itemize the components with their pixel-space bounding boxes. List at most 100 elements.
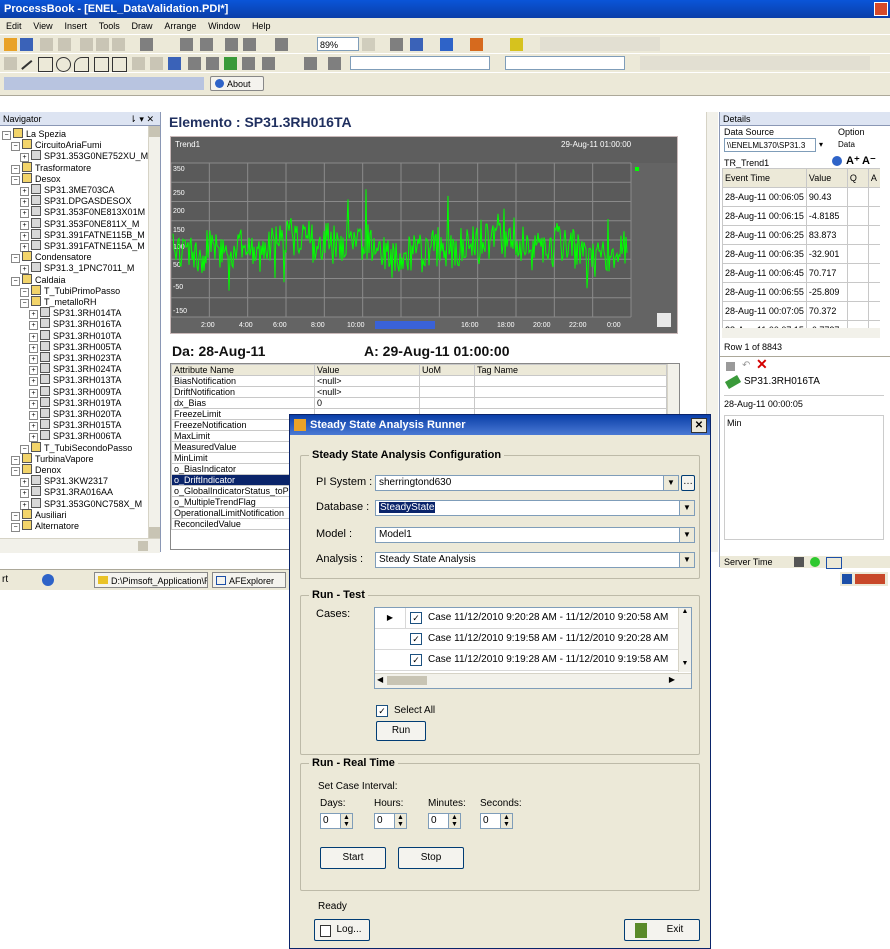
tree-item[interactable]: − T_TubiPrimoPasso <box>20 284 120 297</box>
size-combo[interactable] <box>505 56 625 70</box>
print-icon[interactable] <box>40 38 53 51</box>
multistate-icon[interactable] <box>206 57 219 70</box>
table-row[interactable]: 28-Aug-11 00:06:05 90.43 <box>722 187 880 207</box>
cases-scrollbar[interactable]: ▲ ▼ <box>678 608 691 672</box>
tree-item[interactable]: + SP31.3RH013TA <box>29 374 121 387</box>
seconds-spinner[interactable]: 0 ▲ ▼ <box>480 813 513 829</box>
arc-tool-icon[interactable] <box>74 57 89 72</box>
clock-icon[interactable] <box>794 557 804 567</box>
layout-icon[interactable] <box>328 57 341 70</box>
collapse-icon[interactable]: − <box>11 254 20 264</box>
tree-item[interactable]: + SP31.3_1PNC7011_M <box>20 262 134 275</box>
table-row[interactable]: 28-Aug-11 00:06:55 -25.809 <box>722 282 880 302</box>
trend-tool-icon[interactable] <box>657 313 671 327</box>
rectangle-tool-icon[interactable] <box>38 57 53 72</box>
window-icon[interactable] <box>826 557 842 569</box>
copy-icon[interactable] <box>96 38 109 51</box>
data-source-combo[interactable]: \\ENELML370\SP31.3 <box>724 138 816 152</box>
menu-edit[interactable]: Edit <box>6 21 22 31</box>
value-tool-icon[interactable] <box>94 57 109 72</box>
tree-item[interactable]: + SP31.3RH016TA <box>29 318 121 331</box>
tree-item[interactable]: − T_metalloRH <box>20 296 97 308</box>
navigator-hscrollbar[interactable] <box>0 538 160 553</box>
delete-icon[interactable]: ✕ <box>756 356 768 373</box>
data-source-dropdown-icon[interactable]: ▾ <box>819 138 829 152</box>
tree-item[interactable]: + SP31.DPGASDESOX <box>20 195 132 208</box>
start-button[interactable]: Start <box>320 847 386 869</box>
table-row[interactable]: 28-Aug-11 00:07:05 70.372 <box>722 301 880 321</box>
start-button[interactable]: rt <box>2 574 8 585</box>
scroll-right-icon[interactable] <box>138 541 148 551</box>
forward-icon[interactable] <box>243 38 256 51</box>
trend-nav-controls[interactable] <box>375 321 435 329</box>
refresh-icon[interactable] <box>832 156 842 166</box>
cases-hscrollbar[interactable]: ◀ ▶ <box>375 673 691 688</box>
col-tag-name[interactable]: Tag Name <box>474 364 667 376</box>
chevron-down-icon[interactable]: ▼ <box>663 476 678 490</box>
menu-draw[interactable]: Draw <box>132 21 153 31</box>
preview-icon[interactable] <box>58 38 71 51</box>
line-tool-icon[interactable] <box>20 59 33 70</box>
case-row[interactable]: ✓ Case 11/12/2010 9:19:58 AM - 11/12/2010… <box>375 629 678 650</box>
taskbar-item-afexplorer[interactable]: AFExplorer <box>212 572 286 588</box>
tree-item[interactable]: + SP31.3RH009TA <box>29 385 121 398</box>
model-combo[interactable]: Model1 ▼ <box>375 527 695 543</box>
navigator-pin-icon[interactable]: ⇂ ▾ ✕ <box>129 112 154 126</box>
scroll-right-icon[interactable]: ▶ <box>669 675 675 684</box>
ellipse-tool-icon[interactable] <box>56 57 71 72</box>
navigator-scrollbar[interactable] <box>148 126 160 538</box>
tree-item[interactable]: + SP31.353G0NC758X_M <box>20 497 142 510</box>
tree-item[interactable]: + SP31.353F0NE813X01M <box>20 206 145 219</box>
tree-item[interactable]: − Condensatore <box>11 251 92 264</box>
back-icon[interactable] <box>225 38 238 51</box>
cut-icon[interactable] <box>80 38 93 51</box>
analysis-combo[interactable]: Steady State Analysis ▼ <box>375 552 695 568</box>
case-checkbox[interactable]: ✓ <box>410 633 422 645</box>
scroll-down-icon[interactable] <box>149 527 160 538</box>
paste-icon[interactable] <box>112 38 125 51</box>
stop-button[interactable]: Stop <box>398 847 464 869</box>
chart-icon[interactable] <box>510 38 523 51</box>
grid-icon[interactable] <box>275 38 288 51</box>
tree-item[interactable]: + SP31.3ME703CA <box>20 184 115 196</box>
option-value[interactable]: Data <box>838 140 855 149</box>
font-combo[interactable] <box>350 56 490 70</box>
collapse-icon[interactable]: − <box>11 175 20 185</box>
build-icon[interactable] <box>440 38 453 51</box>
find-icon[interactable] <box>180 38 193 51</box>
symbol-icon[interactable] <box>188 57 201 70</box>
trend-chart[interactable]: Trend1 29-Aug-11 01:00:00 350 250 200 150 100 5… <box>170 136 678 334</box>
col-q[interactable]: Q <box>846 168 869 188</box>
tree-item[interactable]: − Denox <box>11 464 61 476</box>
collapse-icon[interactable]: − <box>11 276 20 286</box>
annotation-box[interactable]: Min <box>724 415 884 540</box>
font-increase-icon[interactable]: A⁺ <box>846 154 860 167</box>
tree-item[interactable]: − Trasformatore <box>11 161 91 174</box>
chart-tool-icon[interactable] <box>168 57 181 70</box>
case-checkbox[interactable]: ✓ <box>410 612 422 624</box>
xy-plot-icon[interactable] <box>150 57 163 70</box>
tree-item[interactable]: − La Spezia <box>2 128 66 140</box>
tree-item[interactable]: + SP31.3RH005TA <box>29 340 121 353</box>
spinner-arrows-icon[interactable]: ▲ ▼ <box>500 814 512 828</box>
about-button[interactable]: About <box>210 76 264 91</box>
run-button[interactable]: Run <box>376 721 426 741</box>
case-row[interactable]: ✓ Case 11/12/2010 9:19:28 AM - 11/12/2010… <box>375 650 678 671</box>
tree-item[interactable]: + SP31.3RH006TA <box>29 430 121 443</box>
undo-small-icon[interactable]: ↶ <box>742 360 750 371</box>
col-uom[interactable]: UoM <box>419 364 475 376</box>
tree-item[interactable]: + SP31.353F0NE811X_M <box>20 217 139 230</box>
collapse-icon[interactable]: − <box>20 299 29 308</box>
help-icon[interactable] <box>410 38 423 51</box>
library-icon[interactable] <box>224 57 237 70</box>
tree-item[interactable]: + SP31.3RH015TA <box>29 419 121 432</box>
table-row[interactable]: BiasNotification <null> <box>171 375 667 387</box>
button-tool-icon[interactable] <box>242 57 255 70</box>
tree-item[interactable]: + SP31.3RH019TA <box>29 396 121 409</box>
log-button[interactable]: Log... <box>314 919 370 941</box>
tree-item[interactable]: − TurbinaVapore <box>11 452 94 465</box>
run-icon[interactable] <box>390 38 403 51</box>
database-combo[interactable]: SteadyState ▼ <box>375 500 695 516</box>
undo-icon[interactable] <box>140 38 153 51</box>
col-attribute-name[interactable]: Attribute Name <box>171 364 315 376</box>
